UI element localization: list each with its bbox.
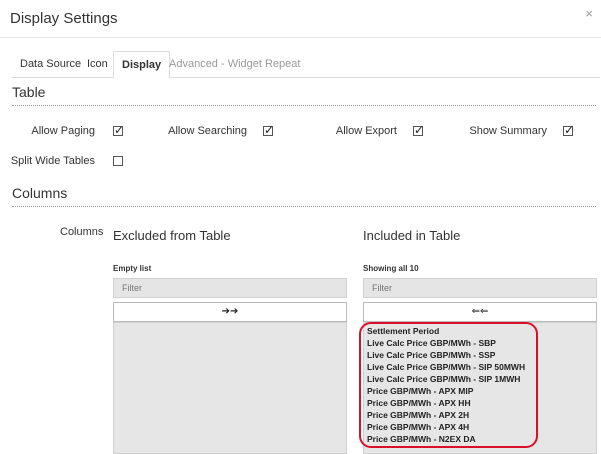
excluded-list[interactable] <box>113 322 347 454</box>
split-wide-tables-label: Split Wide Tables <box>10 155 95 167</box>
dialog-header: Display Settings × <box>0 0 601 38</box>
close-icon[interactable]: × <box>585 6 593 21</box>
excluded-heading: Excluded from Table <box>113 228 231 243</box>
tab-icon[interactable]: Icon <box>79 51 116 78</box>
show-summary-label: Show Summary <box>469 125 547 137</box>
highlight-annotation <box>359 322 538 448</box>
excluded-filter-input[interactable] <box>113 278 347 298</box>
double-arrow-left-icon: ⇐⇐ <box>471 306 489 317</box>
double-arrow-right-icon: ➔➔ <box>221 306 239 317</box>
included-heading: Included in Table <box>363 228 461 243</box>
excluded-caption: Empty list <box>113 264 152 273</box>
allow-export-checkbox[interactable] <box>413 123 424 137</box>
columns-section-title: Columns <box>12 185 68 201</box>
tab-advanced-widget-repeat[interactable]: Advanced - Widget Repeat <box>161 51 308 78</box>
split-wide-tables-checkbox[interactable] <box>113 156 123 166</box>
show-summary-checkbox[interactable] <box>563 123 574 137</box>
table-section-title: Table <box>12 84 46 100</box>
allow-searching-label: Allow Searching <box>168 125 247 137</box>
allow-export-label: Allow Export <box>335 125 397 137</box>
table-section-divider <box>12 105 596 106</box>
move-all-left-button[interactable]: ⇐⇐ <box>363 302 597 322</box>
included-caption: Showing all 10 <box>363 264 419 273</box>
tab-data-source[interactable]: Data Source <box>12 51 89 78</box>
columns-section-divider <box>12 206 596 207</box>
allow-searching-checkbox[interactable] <box>263 123 274 137</box>
move-all-right-button[interactable]: ➔➔ <box>113 302 347 322</box>
dialog-title: Display Settings <box>10 10 118 27</box>
included-filter-input[interactable] <box>363 278 597 298</box>
allow-paging-checkbox[interactable] <box>113 123 124 137</box>
columns-field-label: Columns <box>60 226 104 238</box>
allow-paging-label: Allow Paging <box>31 125 95 137</box>
tab-bar: Data Source Icon Display Advanced - Widg… <box>12 51 600 79</box>
